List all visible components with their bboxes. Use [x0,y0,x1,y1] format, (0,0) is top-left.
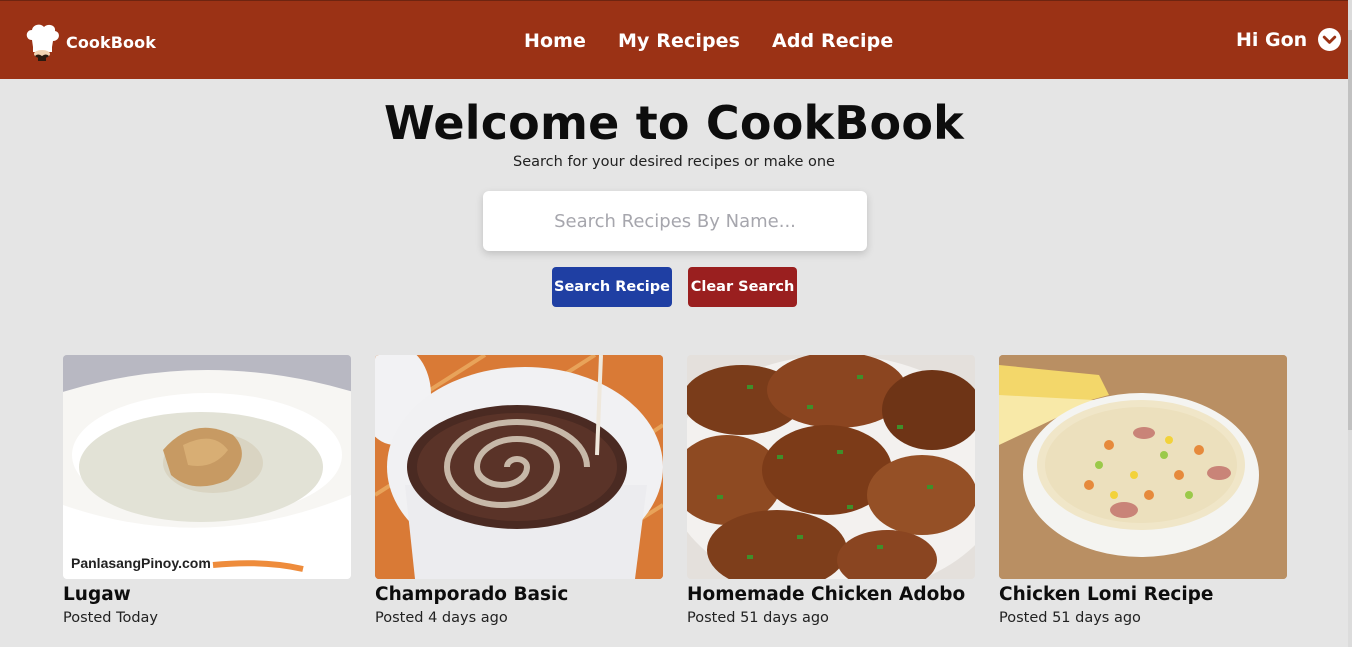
recipe-title[interactable]: Chicken Lomi Recipe [999,584,1287,605]
nav-home-link[interactable]: Home [524,30,586,52]
scrollbar-thumb[interactable] [1348,30,1352,430]
chevron-down-icon [1318,28,1342,51]
recipe-card-lugaw[interactable]: PanlasangPinoy.com Lugaw Posted Today [63,355,351,626]
search-recipe-button[interactable]: Search Recipe [552,267,672,307]
recipe-image-lugaw[interactable]: PanlasangPinoy.com [63,355,351,579]
brand-logo-link[interactable]: CookBook [24,23,156,61]
recipe-image-champorado[interactable] [375,355,663,579]
chef-hat-icon [26,24,59,61]
recipe-posted-date: Posted 51 days ago [999,610,1141,626]
recipe-title[interactable]: Lugaw [63,584,351,605]
recipe-image-chicken-lomi[interactable] [999,355,1287,579]
recipe-image-chicken-adobo[interactable] [687,355,975,579]
recipe-posted-date: Posted 51 days ago [687,610,829,626]
recipe-card-chicken-lomi[interactable]: Chicken Lomi Recipe Posted 51 days ago [999,355,1287,626]
recipe-posted-date: Posted 4 days ago [375,610,508,626]
user-greeting: Hi Gon [1236,28,1308,51]
nav-add-recipe-link[interactable]: Add Recipe [772,30,893,52]
user-menu-toggle[interactable]: Hi Gon [1236,28,1342,51]
navbar: CookBook Home My Recipes Add Recipe Hi G… [0,0,1348,79]
nav-my-recipes-link[interactable]: My Recipes [618,30,740,52]
clear-search-button[interactable]: Clear Search [688,267,797,307]
recipe-card-champorado[interactable]: Champorado Basic Posted 4 days ago [375,355,663,626]
image-watermark: PanlasangPinoy.com [71,555,211,571]
page-subtitle: Search for your desired recipes or make … [513,154,835,170]
search-input[interactable] [483,191,867,251]
page-title: Welcome to CookBook [384,96,964,150]
nav-links: Home My Recipes Add Recipe [524,30,893,52]
recipe-title[interactable]: Champorado Basic [375,584,663,605]
recipe-title[interactable]: Homemade Chicken Adobo [687,584,975,605]
recipe-posted-date: Posted Today [63,610,159,626]
brand-name: CookBook [66,32,156,52]
recipe-card-chicken-adobo[interactable]: Homemade Chicken Adobo Posted 51 days ag… [687,355,975,626]
